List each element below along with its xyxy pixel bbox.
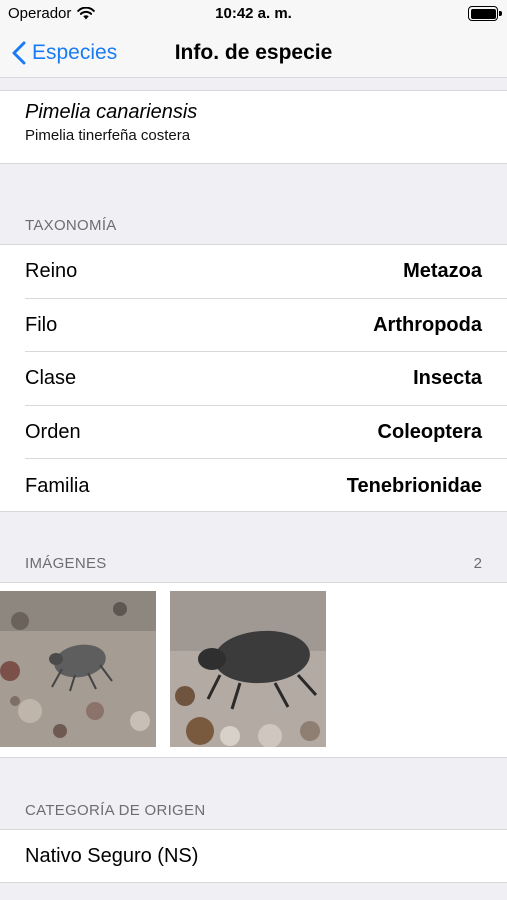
battery-icon: [468, 6, 502, 21]
species-common-name: Pimelia tinerfeña costera: [25, 127, 191, 144]
taxonomy-table: Reino Metazoa Filo Arthropoda Clase Inse…: [0, 244, 507, 512]
status-time: 10:42 a. m.: [215, 5, 292, 22]
taxonomy-row-orden: Orden Coleoptera: [0, 406, 507, 460]
taxonomy-row-filo: Filo Arthropoda: [0, 299, 507, 353]
species-photo-thumbnail[interactable]: [170, 591, 326, 747]
taxonomy-label: Reino: [25, 260, 78, 283]
images-count: 2: [473, 555, 482, 572]
origin-category-value: Nativo Seguro (NS): [25, 844, 199, 867]
species-scientific-name: Pimelia canariensis: [25, 101, 198, 123]
species-photo-thumbnail[interactable]: [0, 591, 156, 747]
taxonomy-label: Orden: [25, 421, 81, 444]
taxonomy-value: Coleoptera: [377, 421, 482, 444]
taxonomy-value: Insecta: [413, 367, 482, 390]
taxonomy-row-familia: Familia Tenebrionidae: [0, 459, 507, 513]
taxonomy-row-reino: Reino Metazoa: [0, 245, 507, 299]
taxonomy-label: Clase: [25, 367, 77, 390]
navigation-bar: Especies Info. de especie: [0, 28, 507, 78]
taxonomy-value: Arthropoda: [373, 313, 482, 336]
taxonomy-section-header: TAXONOMÍA: [25, 217, 117, 234]
origin-section-header: CATEGORÍA DE ORIGEN: [25, 802, 206, 819]
taxonomy-label: Filo: [25, 313, 58, 336]
images-strip: [0, 582, 507, 758]
taxonomy-row-clase: Clase Insecta: [0, 352, 507, 406]
status-bar: Operador 10:42 a. m.: [0, 0, 507, 28]
page-title: Info. de especie: [174, 41, 333, 64]
taxonomy-value: Metazoa: [403, 260, 482, 283]
taxonomy-value: Tenebrionidae: [346, 474, 482, 497]
images-section-header: IMÁGENES: [25, 555, 107, 572]
origin-category-row: Nativo Seguro (NS): [0, 829, 507, 883]
taxonomy-label: Familia: [25, 474, 90, 497]
species-header: Pimelia canariensis Pimelia tinerfeña co…: [0, 90, 507, 164]
